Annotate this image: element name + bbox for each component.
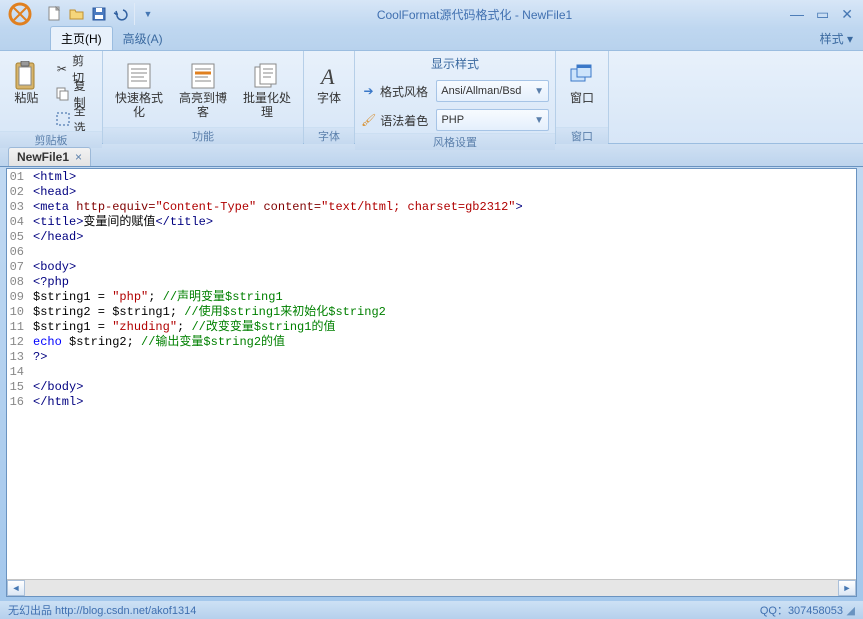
document-tab-label: NewFile1 (17, 150, 69, 164)
quick-format-button[interactable]: 快速格式化 (109, 55, 169, 127)
tab-advanced[interactable]: 高级(A) (113, 27, 173, 50)
format-style-label: 格式风格 (380, 83, 432, 100)
copy-icon (56, 86, 70, 102)
style-menu[interactable]: 样式 ▾ (810, 27, 863, 50)
maximize-button[interactable]: ▭ (816, 6, 829, 23)
app-logo[interactable] (0, 0, 40, 28)
scissors-icon: ✂ (56, 61, 69, 77)
clipboard-group-label: 剪贴板 (0, 131, 102, 148)
scroll-right-icon[interactable]: ► (838, 580, 856, 596)
window-title: CoolFormat源代码格式化 - NewFile1 (159, 6, 790, 23)
paste-button[interactable]: 粘贴 (6, 55, 47, 127)
scroll-left-icon[interactable]: ◄ (7, 580, 25, 596)
format-style-combo[interactable]: Ansi/Allman/Bsd▼ (436, 80, 549, 102)
line-number-gutter: 01 02 03 04 05 06 07 08 09 10 11 12 13 1… (7, 169, 27, 579)
close-button[interactable]: ✕ (841, 6, 853, 23)
code-editor[interactable]: <html><head><meta http-equiv="Content-Ty… (27, 169, 856, 579)
close-tab-icon[interactable]: × (75, 150, 82, 164)
window-group-label: 窗口 (556, 127, 608, 144)
svg-text:A: A (319, 64, 335, 89)
func-group-label: 功能 (103, 127, 303, 144)
status-left: 无幻出品 http://blog.csdn.net/akof1314 (8, 602, 196, 618)
chevron-down-icon: ▼ (534, 86, 544, 97)
horizontal-scrollbar[interactable]: ◄ ► (7, 579, 856, 596)
syntax-color-combo[interactable]: PHP▼ (436, 109, 549, 131)
qat-dropdown-icon[interactable]: ▼ (137, 3, 159, 25)
select-all-button[interactable]: 全选 (51, 107, 96, 131)
undo-icon[interactable] (110, 3, 132, 25)
window-button[interactable]: 窗口 (562, 55, 602, 127)
font-group-label: 字体 (304, 127, 354, 144)
palette-icon: 🖌 (361, 112, 376, 128)
resize-grip-icon[interactable]: ◢ (843, 604, 855, 617)
syntax-color-label: 语法着色 (380, 112, 432, 129)
status-right: QQ：307458053 (760, 602, 843, 618)
font-button[interactable]: A 字体 (310, 55, 348, 127)
new-file-icon[interactable] (44, 3, 66, 25)
style-panel-title: 显示样式 (361, 53, 549, 76)
tab-home[interactable]: 主页(H) (50, 26, 113, 50)
highlight-blog-button[interactable]: 高亮到博客 (173, 55, 233, 127)
minimize-button[interactable]: — (790, 6, 804, 23)
arrow-right-icon: ➔ (361, 83, 376, 99)
chevron-down-icon: ▼ (534, 115, 544, 126)
open-folder-icon[interactable] (66, 3, 88, 25)
batch-process-button[interactable]: 批量化处理 (237, 55, 297, 127)
document-tab[interactable]: NewFile1 × (8, 147, 91, 166)
paste-label: 粘贴 (14, 92, 38, 106)
style-group-label: 风格设置 (355, 133, 555, 150)
select-all-icon (56, 111, 70, 127)
save-icon[interactable] (88, 3, 110, 25)
